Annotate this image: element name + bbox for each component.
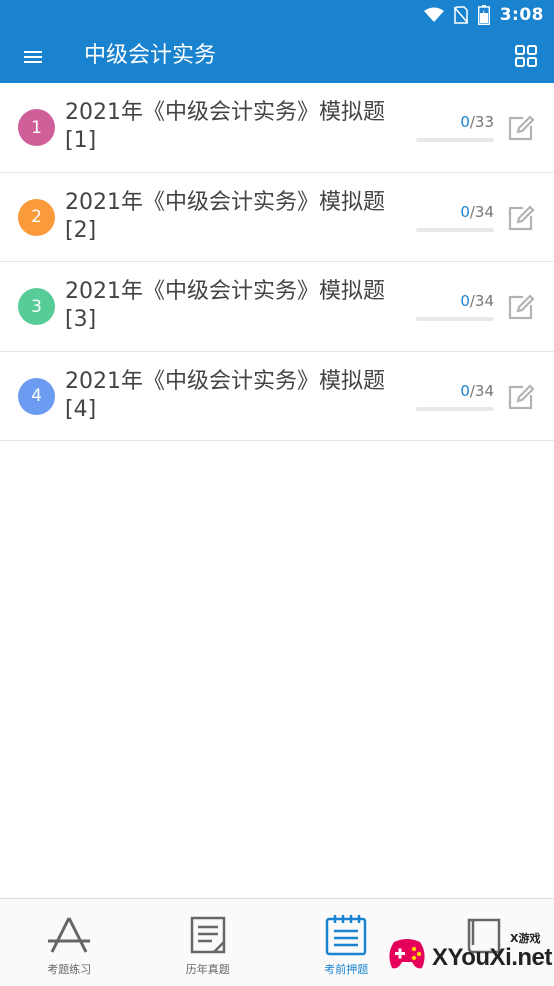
progress-bar <box>416 227 494 232</box>
wifi-icon <box>423 7 444 22</box>
done-count: 0 <box>460 113 470 131</box>
app-bar: 中级会计实务 <box>0 30 554 83</box>
no-sim-icon <box>453 6 468 24</box>
total-count: /33 <box>469 113 494 131</box>
edit-icon[interactable] <box>506 113 536 143</box>
document-icon <box>190 916 225 954</box>
total-count: /34 <box>469 202 494 221</box>
done-count: 0 <box>460 202 470 221</box>
grid-view-button[interactable] <box>512 42 540 70</box>
tab-label: 考前押题 <box>324 963 369 976</box>
notepad-icon <box>326 915 367 956</box>
exam-row-1[interactable]: 1 2021年《中级会计实务》模拟题[1] 0/33 <box>0 83 554 173</box>
exam-row-4[interactable]: 4 2021年《中级会计实务》模拟题[4] 0/34 <box>0 352 554 441</box>
exam-title: 2021年《中级会计实务》模拟题[4] <box>65 368 385 422</box>
exam-index-badge: 4 <box>18 377 55 415</box>
hamburger-menu-icon <box>24 51 42 63</box>
exam-progress: 0/34 <box>416 382 494 400</box>
total-count: /34 <box>469 381 494 400</box>
tab-label: 历年真题 <box>185 963 230 976</box>
done-count: 0 <box>460 381 470 400</box>
edit-icon[interactable] <box>506 203 536 233</box>
grid-view-icon <box>515 45 537 67</box>
progress-bar <box>416 406 494 411</box>
watermark: X游戏 XYouXi.net <box>384 928 554 978</box>
progress-bar <box>416 317 494 321</box>
done-count: 0 <box>460 292 470 310</box>
exam-row-3[interactable]: 3 2021年《中级会计实务》模拟题[3] 0/34 <box>0 262 554 352</box>
progress-bar <box>416 138 494 142</box>
exam-row-2[interactable]: 2 2021年《中级会计实务》模拟题[2] 0/34 <box>0 173 554 262</box>
exam-index-badge: 3 <box>18 288 55 325</box>
app-store-icon <box>48 917 91 953</box>
status-bar: 3:08 <box>0 0 554 30</box>
exam-progress: 0/33 <box>416 113 494 131</box>
exam-title: 2021年《中级会计实务》模拟题[1] <box>65 100 385 153</box>
status-time: 3:08 <box>499 5 544 25</box>
tab-label: 考题练习 <box>47 963 92 976</box>
menu-button[interactable] <box>18 44 48 70</box>
page-title: 中级会计实务 <box>84 43 217 68</box>
exam-progress: 0/34 <box>416 292 494 310</box>
exam-progress: 0/34 <box>416 203 494 221</box>
exam-title: 2021年《中级会计实务》模拟题[3] <box>65 279 385 332</box>
watermark-text: XYouXi.net <box>432 944 552 971</box>
exam-list: 1 2021年《中级会计实务》模拟题[1] 0/33 2 2021年《中级会计实… <box>0 83 554 441</box>
total-count: /34 <box>469 292 494 310</box>
tab-past-papers[interactable]: 历年真题 <box>139 899 278 986</box>
battery-icon <box>477 5 490 25</box>
exam-title: 2021年《中级会计实务》模拟题[2] <box>65 189 385 243</box>
tab-practice[interactable]: 考题练习 <box>0 899 139 986</box>
exam-index-badge: 2 <box>18 198 55 236</box>
edit-icon[interactable] <box>506 382 536 412</box>
gamepad-logo-icon <box>389 939 425 969</box>
edit-icon[interactable] <box>506 292 536 322</box>
exam-index-badge: 1 <box>18 109 55 146</box>
